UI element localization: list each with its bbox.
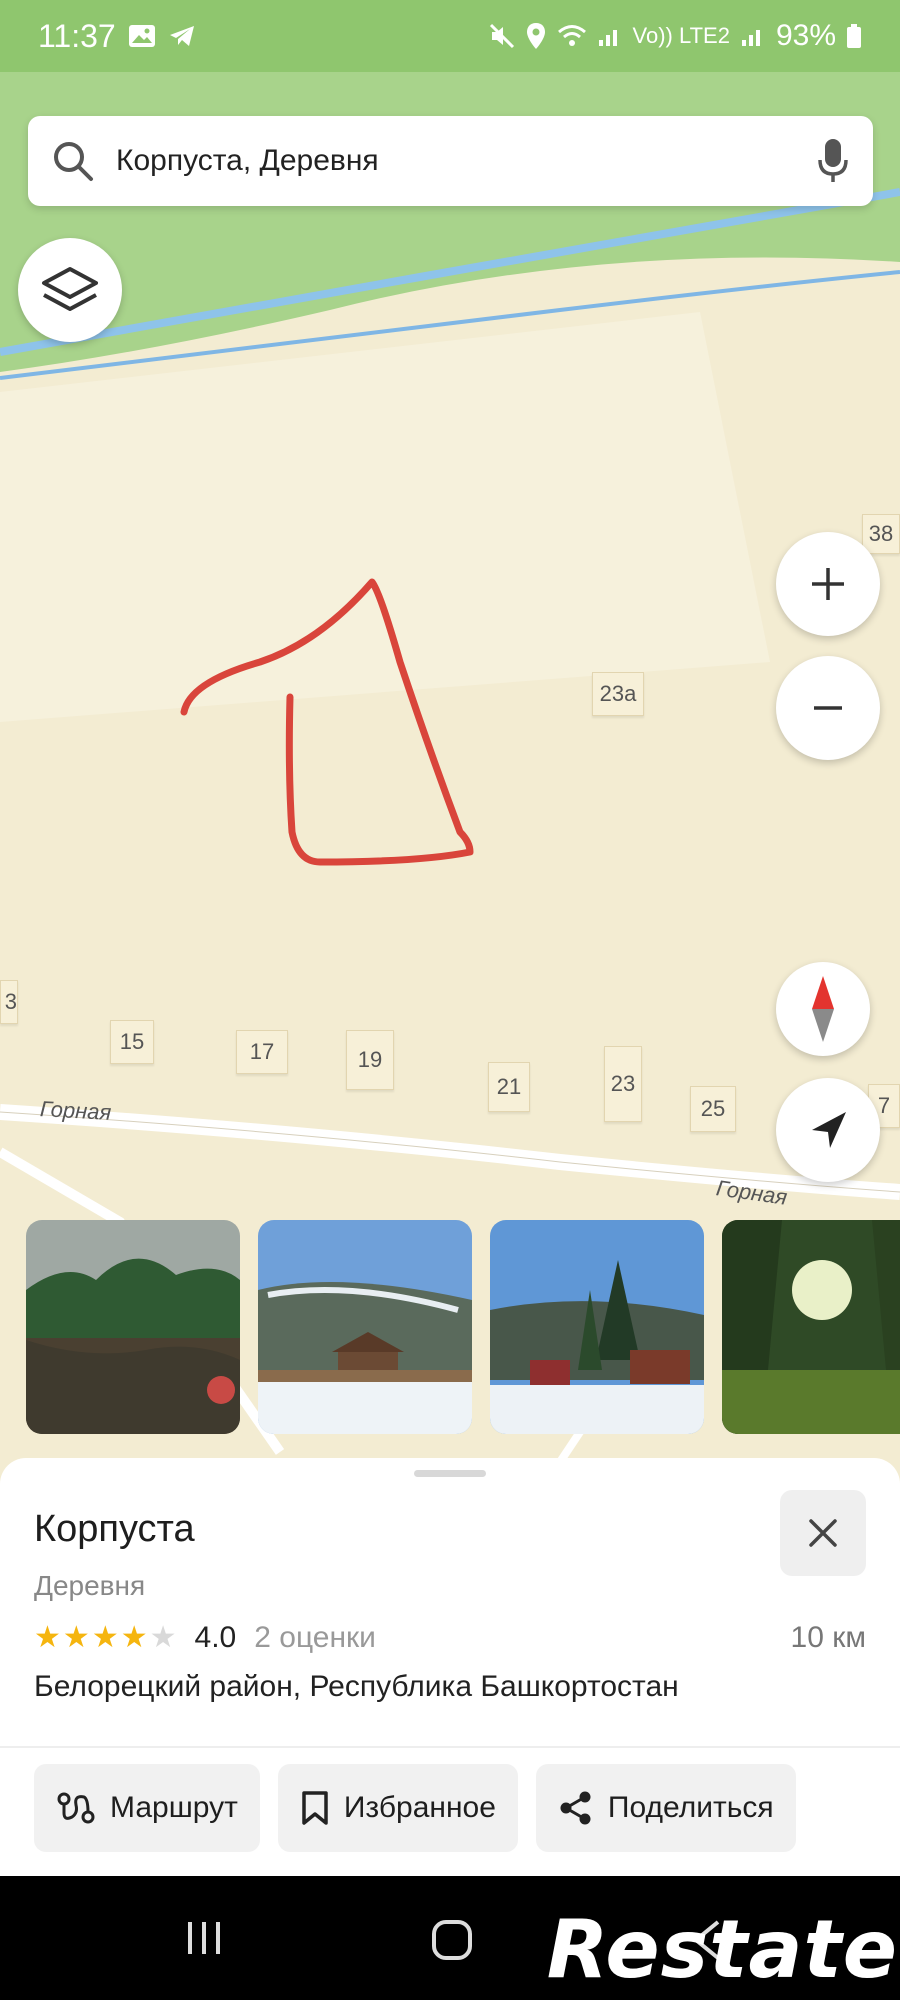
route-icon [57, 1792, 95, 1824]
battery-icon [847, 24, 861, 48]
favorite-label: Избранное [343, 1791, 496, 1824]
zoom-out-icon [814, 706, 842, 710]
place-photo[interactable] [26, 1220, 240, 1434]
system-nav-bar: Restate [0, 1876, 900, 2000]
my-location-button[interactable] [776, 1078, 880, 1182]
house-25: 25 [690, 1086, 736, 1132]
house-23a: 23а [592, 672, 644, 716]
house-19: 19 [346, 1030, 394, 1090]
home-icon[interactable] [430, 1918, 474, 1962]
house-15: 15 [110, 1020, 154, 1064]
place-photo[interactable] [722, 1220, 900, 1434]
star-filled-icon: ★ [120, 1621, 148, 1654]
place-photo[interactable] [490, 1220, 704, 1434]
place-address: Белорецкий район, Республика Башкортоста… [34, 1670, 679, 1703]
close-icon [809, 1519, 837, 1547]
house-21: 21 [488, 1062, 530, 1112]
street-label: Горная [39, 1096, 112, 1125]
house-38: 38 [862, 514, 900, 554]
signal-icon [598, 30, 617, 46]
status-bar: 11:37 Vo)) LTE2 93% [0, 0, 900, 72]
house-23: 23 [604, 1046, 642, 1122]
place-type: Деревня [34, 1570, 146, 1601]
house-3: 3 [0, 980, 18, 1024]
place-photo[interactable] [258, 1220, 472, 1434]
compass-button[interactable] [776, 962, 870, 1056]
sheet-handle[interactable] [414, 1470, 486, 1477]
rating-stars: ★ ★ ★ ★ ★ [34, 1623, 177, 1653]
divider [0, 1746, 900, 1748]
favorite-button[interactable]: Избранное [277, 1764, 518, 1852]
rating-value: 4.0 [194, 1621, 237, 1654]
watermark-logo: Restate [546, 1903, 898, 1996]
search-icon [54, 142, 93, 181]
place-title: Корпуста [34, 1508, 195, 1550]
compass-icon [812, 976, 834, 1042]
mic-icon[interactable] [817, 138, 849, 184]
status-time: 11:37 [38, 17, 116, 54]
recent-apps-icon[interactable] [184, 1918, 224, 1958]
action-buttons: Маршрут Избранное Поделиться [34, 1764, 796, 1852]
share-button[interactable]: Поделиться [535, 1764, 796, 1852]
mute-icon [489, 23, 514, 49]
star-filled-icon: ★ [34, 1621, 61, 1654]
zoom-in-icon [812, 568, 844, 600]
zoom-out-button[interactable] [776, 656, 880, 760]
wifi-icon [557, 25, 586, 46]
house-17: 17 [236, 1030, 288, 1074]
share-label: Поделиться [607, 1791, 774, 1824]
star-filled-icon: ★ [91, 1621, 119, 1654]
route-button[interactable]: Маршрут [34, 1764, 260, 1852]
zoom-in-button[interactable] [776, 532, 880, 636]
place-card: Корпуста Деревня ★ ★ ★ ★ ★ 4.0 2 оценки 10 к… [0, 1458, 900, 1876]
location-icon [526, 23, 545, 49]
photo-strip[interactable] [26, 1220, 900, 1434]
layers-button[interactable] [18, 238, 122, 342]
close-button[interactable] [780, 1490, 866, 1576]
bookmark-icon [302, 1791, 328, 1825]
battery-level: 93% [775, 19, 836, 52]
locate-icon [812, 1112, 846, 1148]
layers-icon [42, 267, 98, 311]
share-icon [560, 1791, 591, 1825]
star-filled-icon: ★ [62, 1621, 90, 1654]
distance: 10 км [790, 1621, 866, 1654]
rating-row[interactable]: ★ ★ ★ ★ ★ 4.0 2 оценки 10 км [34, 1618, 866, 1658]
rating-count[interactable]: 2 оценки [254, 1621, 376, 1655]
star-empty-icon: ★ [149, 1621, 177, 1654]
signal-icon-2 [741, 30, 760, 46]
route-label: Маршрут [110, 1791, 238, 1824]
search-bar[interactable] [28, 116, 873, 206]
gallery-icon [128, 25, 155, 47]
search-input[interactable] [116, 144, 817, 178]
volte-label: Vo)) LTE2 [632, 23, 730, 48]
telegram-icon [169, 26, 194, 46]
